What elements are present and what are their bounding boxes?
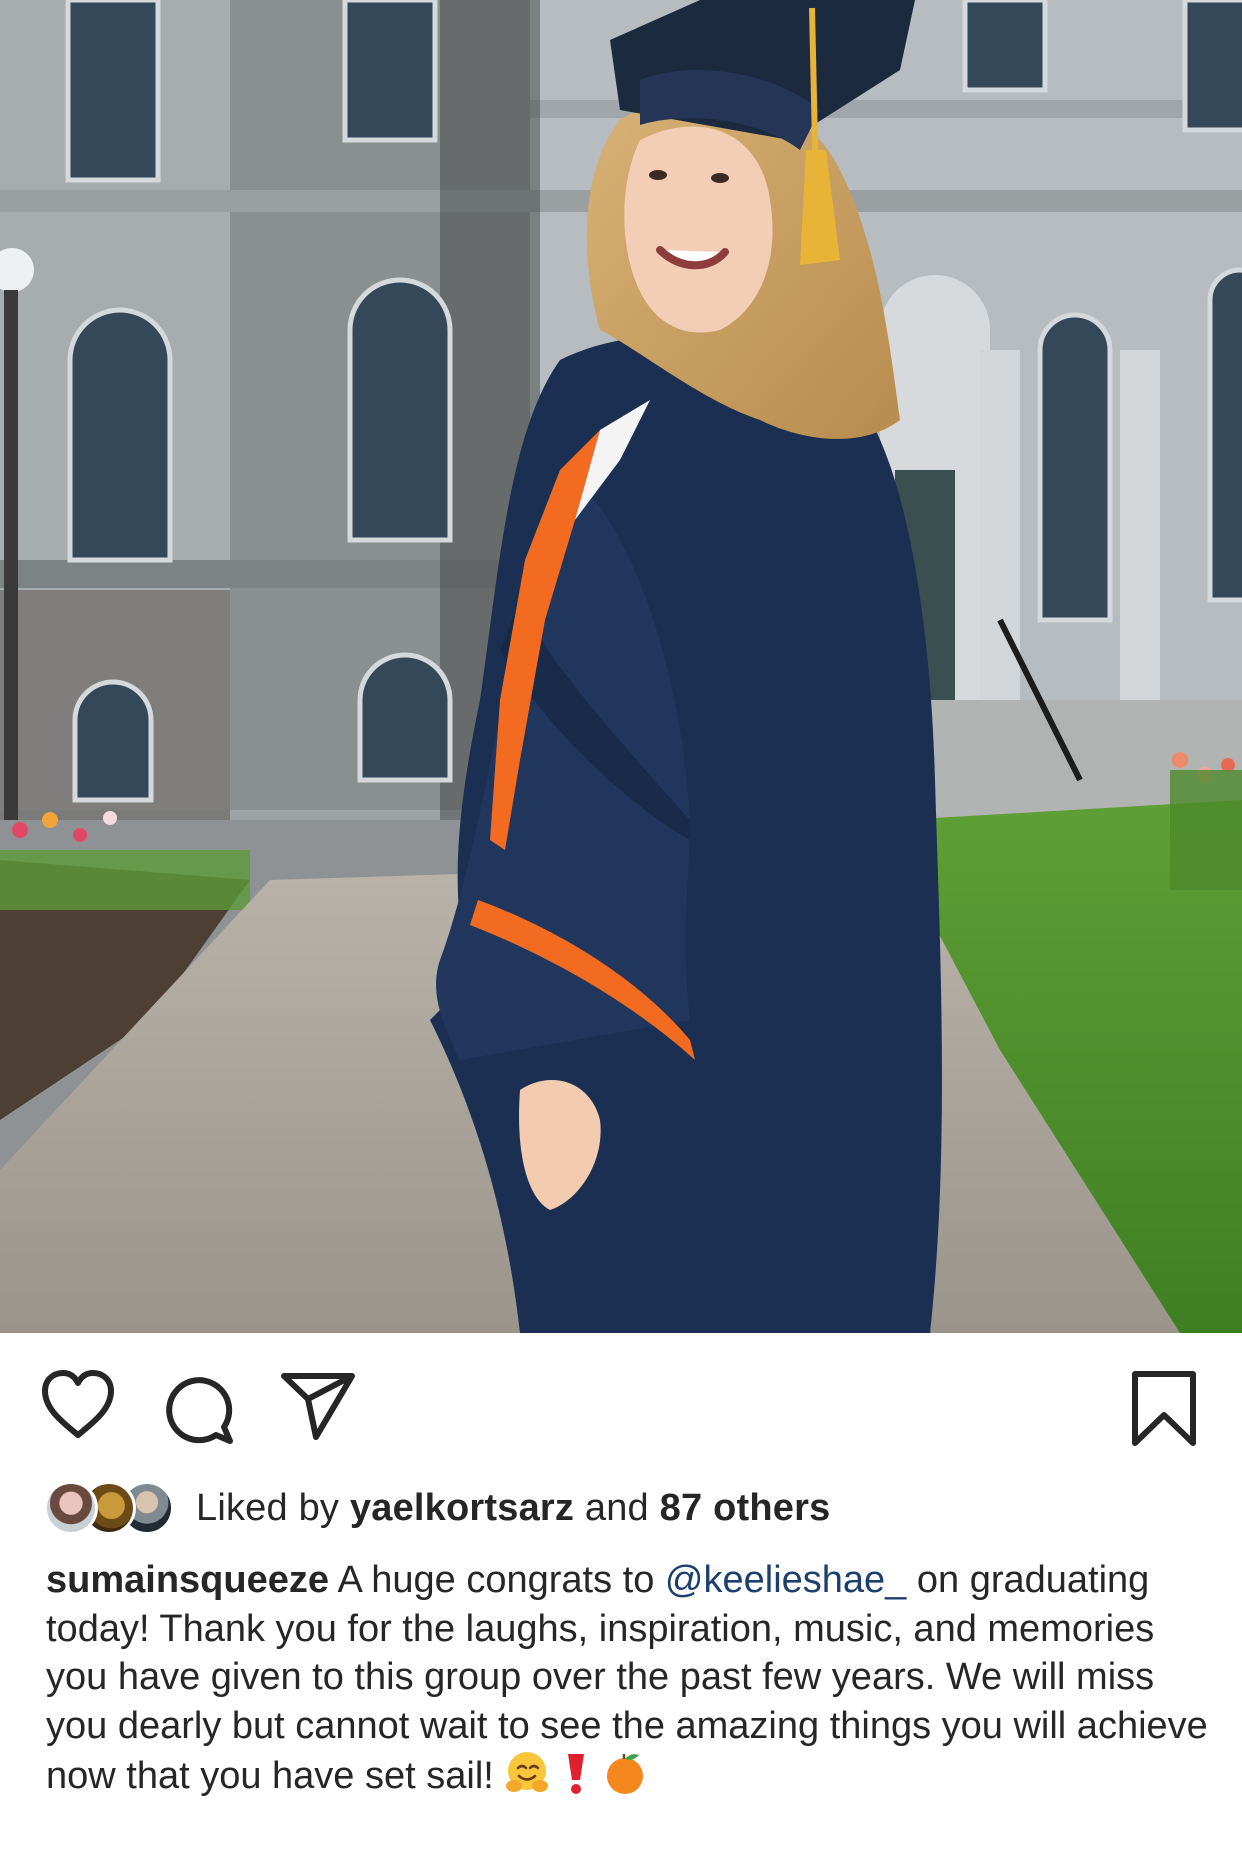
comment-button[interactable] xyxy=(160,1369,236,1445)
likes-prefix: Liked by xyxy=(196,1486,340,1529)
tangerine-emoji xyxy=(602,1750,648,1809)
heavy-exclamation-mark-emoji xyxy=(561,1750,591,1809)
graduation-photo-illustration xyxy=(0,0,1242,1333)
post-action-bar xyxy=(0,1333,1242,1473)
post-photo[interactable] xyxy=(0,0,1242,1333)
avatar xyxy=(44,1481,98,1535)
likes-summary: Liked by yaelkortsarz and 87 others xyxy=(196,1487,830,1530)
liker-avatars xyxy=(44,1480,178,1536)
likes-row[interactable]: Liked by yaelkortsarz and 87 others xyxy=(44,1478,830,1538)
paper-plane-icon xyxy=(281,1373,355,1440)
post-caption: sumainsqueeze A huge congrats to @keelie… xyxy=(46,1556,1216,1809)
caption-text-start: A huge congrats to xyxy=(329,1559,665,1601)
hugging-face-emoji xyxy=(504,1750,550,1809)
caption-username[interactable]: sumainsqueeze xyxy=(46,1559,329,1601)
share-button[interactable] xyxy=(280,1371,356,1441)
bookmark-icon xyxy=(1132,1371,1196,1446)
likes-others-count[interactable]: 87 others xyxy=(660,1487,831,1529)
like-button[interactable] xyxy=(40,1369,116,1441)
save-button[interactable] xyxy=(1130,1369,1198,1449)
comment-bubble-icon xyxy=(166,1377,233,1444)
heart-outline-icon xyxy=(42,1370,114,1438)
liker-username[interactable]: yaelkortsarz xyxy=(350,1487,574,1529)
caption-mention[interactable]: @keelieshae_ xyxy=(665,1559,906,1601)
likes-joiner: and xyxy=(584,1486,649,1529)
